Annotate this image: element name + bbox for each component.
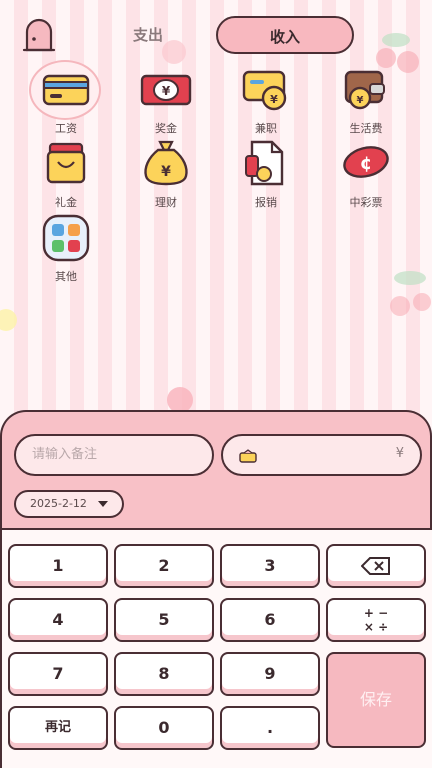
category-label: 礼金 bbox=[55, 196, 77, 209]
key-1[interactable]: 1 bbox=[8, 544, 108, 588]
amount-input[interactable]: ¥ bbox=[221, 434, 422, 476]
category-part-time[interactable]: ¥ 兼职 bbox=[216, 64, 312, 135]
category-label: 生活费 bbox=[349, 122, 383, 135]
chevron-down-icon bbox=[98, 501, 108, 507]
category-label: 工资 bbox=[55, 122, 77, 135]
category-living-expense[interactable]: ¥ 生活费 bbox=[316, 64, 412, 135]
key-9[interactable]: 9 bbox=[220, 652, 320, 696]
record-again-button[interactable]: 再记 bbox=[8, 706, 108, 750]
category-lottery[interactable]: ¢ 中彩票 bbox=[316, 138, 412, 209]
category-reimbursement[interactable]: 报销 bbox=[216, 138, 312, 209]
currency-symbol: ¥ bbox=[395, 446, 404, 461]
svg-text:¥: ¥ bbox=[161, 164, 171, 180]
category-bonus[interactable]: ¥ 奖金 bbox=[116, 64, 212, 135]
key-6[interactable]: 6 bbox=[220, 598, 320, 642]
svg-text:¥: ¥ bbox=[357, 95, 364, 106]
svg-text:¥: ¥ bbox=[162, 84, 171, 98]
date-value: 2025-2-12 bbox=[30, 497, 87, 510]
category-other[interactable]: 其他 bbox=[16, 212, 112, 283]
strawberry-decoration-icon bbox=[390, 271, 431, 316]
wallet-small-icon bbox=[239, 449, 257, 463]
salary-card-icon bbox=[42, 74, 90, 106]
category-label: 中彩票 bbox=[349, 196, 383, 209]
wallet-icon: ¥ bbox=[344, 70, 385, 110]
key-3[interactable]: 3 bbox=[220, 544, 320, 588]
category-salary[interactable]: 工资 bbox=[16, 60, 112, 135]
receipt-icon bbox=[245, 140, 284, 186]
tab-expense[interactable]: 支出 bbox=[108, 16, 188, 54]
gift-box-icon bbox=[46, 142, 86, 184]
key-0[interactable]: 0 bbox=[114, 706, 214, 750]
bonus-banknote-icon: ¥ bbox=[140, 74, 192, 106]
flower-decoration-icon bbox=[167, 387, 193, 413]
key-2[interactable]: 2 bbox=[114, 544, 214, 588]
top-bar: 支出 收入 bbox=[0, 0, 432, 60]
operators-button[interactable]: + − × ÷ bbox=[326, 598, 426, 642]
key-5[interactable]: 5 bbox=[114, 598, 214, 642]
flower-decoration-icon bbox=[0, 309, 17, 331]
tab-income[interactable]: 收入 bbox=[216, 16, 354, 54]
other-grid-icon bbox=[42, 214, 90, 262]
note-input[interactable]: 请输入备注 bbox=[14, 434, 214, 476]
key-dot[interactable]: . bbox=[220, 706, 320, 750]
category-label: 兼职 bbox=[255, 122, 277, 135]
key-7[interactable]: 7 bbox=[8, 652, 108, 696]
entry-panel: 请输入备注 ¥ 2025-2-12 1 2 3 4 5 6 + − × ÷ 7 … bbox=[0, 410, 432, 768]
key-4[interactable]: 4 bbox=[8, 598, 108, 642]
door-back-icon[interactable] bbox=[22, 18, 56, 52]
category-investment[interactable]: ¥ 理财 bbox=[116, 138, 212, 209]
lottery-ticket-icon: ¢ bbox=[343, 146, 389, 178]
date-picker[interactable]: 2025-2-12 bbox=[14, 490, 124, 518]
category-gift-money[interactable]: 礼金 bbox=[16, 138, 112, 209]
category-label: 其他 bbox=[55, 270, 77, 283]
part-time-card-icon: ¥ bbox=[242, 70, 287, 111]
keypad: 1 2 3 4 5 6 + − × ÷ 7 8 9 保存 再记 0 . bbox=[2, 528, 432, 768]
money-bag-icon: ¥ bbox=[144, 140, 188, 186]
key-8[interactable]: 8 bbox=[114, 652, 214, 696]
backspace-button[interactable] bbox=[326, 544, 426, 588]
category-label: 奖金 bbox=[155, 122, 177, 135]
category-label: 报销 bbox=[255, 196, 277, 209]
category-label: 理财 bbox=[155, 196, 177, 209]
svg-text:¢: ¢ bbox=[360, 153, 373, 174]
svg-text:¥: ¥ bbox=[270, 93, 278, 106]
save-button[interactable]: 保存 bbox=[326, 652, 426, 748]
backspace-icon bbox=[360, 557, 390, 575]
